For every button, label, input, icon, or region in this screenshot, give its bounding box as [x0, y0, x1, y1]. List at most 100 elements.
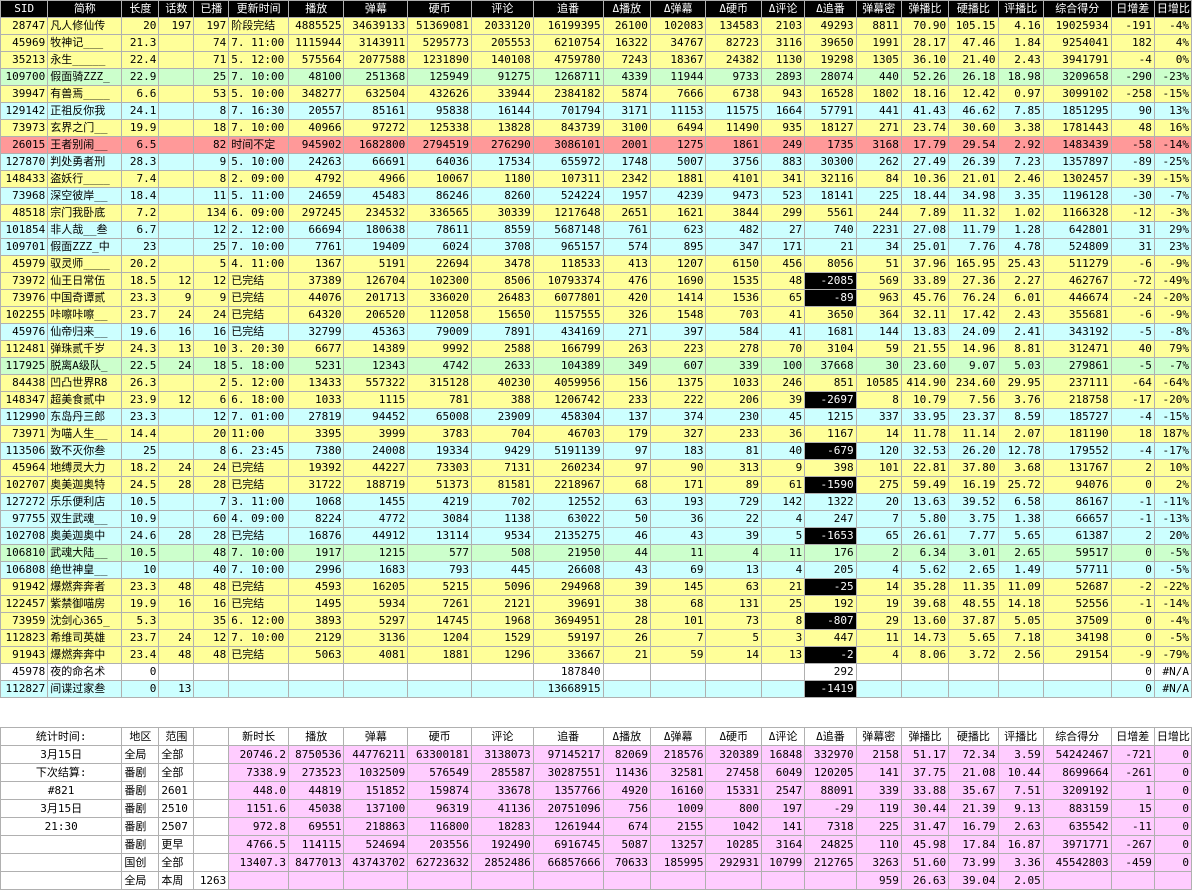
table-cell[interactable]: 29.95	[997, 374, 1044, 392]
table-cell[interactable]: -2	[1110, 578, 1155, 596]
table-cell[interactable]: 11.32	[948, 204, 999, 222]
table-cell[interactable]: 37668	[804, 357, 857, 375]
table-cell[interactable]: 7. 10:00	[228, 629, 289, 647]
table-cell[interactable]: 22694	[407, 255, 472, 273]
table-cell[interactable]: 1483439	[1042, 136, 1112, 154]
table-cell[interactable]: 97272	[343, 119, 409, 137]
table-cell[interactable]: 19298	[804, 51, 857, 69]
table-cell[interactable]: 251368	[343, 68, 409, 86]
table-cell[interactable]: 25.43	[997, 255, 1044, 273]
table-cell[interactable]: 584	[705, 323, 762, 341]
table-cell[interactable]: 24263	[287, 153, 345, 171]
table-cell[interactable]: 1204	[407, 629, 472, 647]
stats-cell[interactable]: 6049	[761, 763, 806, 782]
table-cell[interactable]: 48	[158, 646, 195, 664]
table-cell[interactable]: 8506	[471, 272, 534, 290]
table-cell[interactable]: 45.76	[900, 289, 950, 307]
table-cell[interactable]: 牧神记___	[47, 34, 123, 52]
table-cell[interactable]	[343, 680, 409, 698]
table-cell[interactable]: -6	[1110, 306, 1155, 324]
table-cell[interactable]: 4	[760, 561, 806, 579]
table-cell[interactable]: 73	[705, 612, 762, 630]
table-cell[interactable]: 70.90	[900, 17, 950, 35]
table-cell[interactable]: 182	[1110, 34, 1155, 52]
table-cell[interactable]: -9%	[1153, 255, 1192, 273]
table-cell[interactable]: 2794519	[407, 136, 472, 154]
table-cell[interactable]: 171	[760, 238, 806, 256]
table-cell[interactable]: 112823	[0, 629, 49, 647]
table-cell[interactable]: 2.46	[997, 170, 1044, 188]
table-cell[interactable]: 时间不定	[228, 136, 289, 154]
table-cell[interactable]: 134	[193, 204, 230, 222]
stats-cell[interactable]: 0	[1153, 781, 1192, 800]
table-cell[interactable]: 23.3	[121, 578, 160, 596]
table-cell[interactable]: 30339	[471, 204, 534, 222]
table-cell[interactable]: 17.79	[900, 136, 950, 154]
table-cell[interactable]: 623	[649, 221, 707, 239]
table-cell[interactable]: 2121	[471, 595, 534, 613]
table-cell[interactable]: 26.3	[121, 374, 160, 392]
stats-cell[interactable]: 7.51	[997, 781, 1044, 800]
table-cell[interactable]: -5%	[1153, 561, 1192, 579]
table-cell[interactable]: 249	[760, 136, 806, 154]
table-cell[interactable]: 7.76	[948, 238, 999, 256]
table-cell[interactable]: 60	[193, 510, 230, 528]
stats-cell[interactable]: 96319	[407, 799, 473, 818]
table-cell[interactable]: 94452	[343, 408, 409, 426]
table-cell[interactable]: 奥美迦奥中	[47, 527, 123, 545]
stats-cell[interactable]: 30.44	[900, 799, 950, 818]
stats-cell[interactable]: 114115	[287, 835, 345, 854]
table-cell[interactable]: -2085	[804, 272, 857, 290]
table-cell[interactable]: 23	[121, 238, 160, 256]
table-cell[interactable]: 1068	[287, 493, 345, 511]
table-cell[interactable]: 4059956	[532, 374, 604, 392]
table-cell[interactable]: 7.89	[900, 204, 950, 222]
table-cell[interactable]: 2001	[602, 136, 651, 154]
table-cell[interactable]: 74	[193, 34, 230, 52]
table-cell[interactable]	[158, 170, 195, 188]
table-cell[interactable]: 73976	[0, 289, 49, 307]
stats-column-header[interactable]: 评论	[471, 727, 534, 746]
table-cell[interactable]: 59197	[532, 629, 604, 647]
table-cell[interactable]: 6210754	[532, 34, 604, 52]
table-cell[interactable]: -15%	[1153, 170, 1192, 188]
table-cell[interactable]: 104389	[532, 357, 604, 375]
stats-cell[interactable]: 576549	[407, 763, 473, 782]
table-cell[interactable]: 462767	[1042, 272, 1112, 290]
table-cell[interactable]: 16528	[804, 85, 857, 103]
table-cell[interactable]: 125338	[407, 119, 472, 137]
table-cell[interactable]: 31	[1110, 238, 1155, 256]
stats-column-header[interactable]: 播放	[287, 727, 345, 746]
table-cell[interactable]: 5	[705, 629, 762, 647]
table-cell[interactable]: 23.74	[900, 119, 950, 137]
table-cell[interactable]: 2	[1110, 459, 1155, 477]
table-cell[interactable]: 107311	[532, 170, 604, 188]
table-cell[interactable]: 703	[705, 306, 762, 324]
table-cell[interactable]: 1802	[855, 85, 902, 103]
table-cell[interactable]: 1275	[649, 136, 707, 154]
table-cell[interactable]: 1305	[855, 51, 902, 69]
table-cell[interactable]: 27.49	[900, 153, 950, 171]
stats-cell[interactable]: 全局	[121, 871, 160, 890]
stats-cell[interactable]: 218863	[343, 817, 409, 836]
table-cell[interactable]: 9.07	[948, 357, 999, 375]
stats-column-header[interactable]: Δ硬币	[705, 727, 763, 746]
column-header[interactable]: 日增比	[1153, 0, 1192, 18]
table-cell[interactable]: 22.5	[121, 357, 160, 375]
table-cell[interactable]: 4593	[287, 578, 345, 596]
table-cell[interactable]: 7.23	[997, 153, 1044, 171]
table-cell[interactable]: 4219	[407, 493, 472, 511]
table-cell[interactable]: 18367	[649, 51, 707, 69]
table-cell[interactable]: 7.4	[121, 170, 160, 188]
table-cell[interactable]: -79%	[1153, 646, 1192, 664]
table-cell[interactable]	[158, 68, 195, 86]
table-cell[interactable]: 14.73	[900, 629, 950, 647]
stats-cell[interactable]: 3209192	[1042, 781, 1112, 800]
stats-cell[interactable]	[193, 835, 230, 854]
table-cell[interactable]: 46	[602, 527, 651, 545]
table-cell[interactable]: 397	[649, 323, 707, 341]
table-cell[interactable]: 292	[804, 663, 857, 681]
table-cell[interactable]: 12552	[532, 493, 604, 511]
table-cell[interactable]: 双生武魂__	[47, 510, 123, 528]
table-cell[interactable]: 39	[705, 527, 762, 545]
